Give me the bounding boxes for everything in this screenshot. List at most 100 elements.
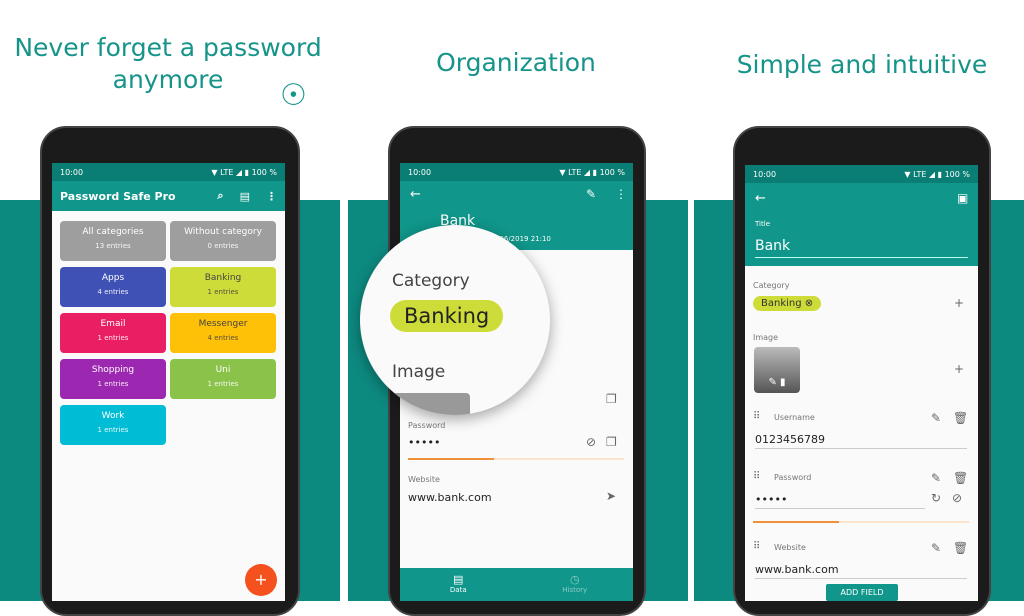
- copy-icon[interactable]: ❐: [606, 392, 617, 406]
- edit-icon[interactable]: ✎: [768, 377, 776, 388]
- regenerate-icon[interactable]: ↻: [931, 491, 941, 505]
- category-tile[interactable]: Shopping 1 entries: [60, 359, 166, 399]
- visibility-off-icon[interactable]: ⊘: [586, 435, 596, 449]
- back-arrow-icon[interactable]: ←: [410, 187, 421, 202]
- category-name: Work: [101, 411, 125, 421]
- edit-icon[interactable]: ✎: [586, 187, 596, 201]
- category-tile[interactable]: Without category 0 entries: [170, 221, 276, 261]
- tab-history[interactable]: ◷ History: [517, 568, 634, 601]
- tab-label: History: [562, 586, 588, 594]
- more-vert-icon[interactable]: ⋮: [615, 187, 627, 201]
- field-value-input[interactable]: www.bank.com: [755, 563, 967, 579]
- category-chip[interactable]: Banking: [390, 300, 504, 332]
- document-icon: ▤: [453, 573, 464, 586]
- chip-label: Banking: [761, 298, 802, 309]
- category-name: Apps: [101, 273, 125, 283]
- history-icon: ◷: [569, 573, 580, 586]
- signal-icon: ▼ LTE ◢ ▮: [904, 169, 943, 179]
- visibility-off-icon[interactable]: ⊘: [952, 491, 962, 505]
- drag-handle-icon[interactable]: ⠿: [753, 411, 760, 422]
- category-name: Without category: [184, 227, 262, 237]
- delete-icon[interactable]: ▮: [780, 377, 786, 388]
- image-thumbnail[interactable]: ✎ ▮: [754, 347, 800, 393]
- password-strength-bar: [753, 521, 969, 523]
- title-input[interactable]: Bank: [755, 238, 968, 258]
- entry-count: 1 entries: [97, 334, 129, 342]
- battery-level: 100 %: [944, 169, 970, 179]
- app-title: Password Safe Pro: [60, 189, 176, 203]
- category-tile[interactable]: Uni 1 entries: [170, 359, 276, 399]
- field-label: Username: [774, 413, 815, 422]
- battery-level: 100 %: [599, 167, 625, 177]
- magnifier-callout: Category Banking Image: [360, 225, 550, 415]
- battery-level: 100 %: [251, 167, 277, 177]
- save-icon[interactable]: ▣: [957, 191, 968, 205]
- send-icon[interactable]: ➤: [606, 489, 616, 503]
- password-value: •••••: [408, 436, 441, 449]
- edit-icon[interactable]: ✎: [931, 471, 941, 485]
- entry-count: 13 entries: [95, 242, 131, 250]
- drag-handle-icon[interactable]: ⠿: [753, 541, 760, 552]
- category-tile[interactable]: Messenger 4 entries: [170, 313, 276, 353]
- app-bar: ← ▣ Title Bank: [745, 183, 978, 266]
- entry-count: 1 entries: [97, 380, 129, 388]
- password-strength-bar: [408, 458, 624, 460]
- category-tile[interactable]: Work 1 entries: [60, 405, 166, 445]
- image-label: Image: [392, 362, 446, 382]
- app-bar: Password Safe Pro ⌕ ▤ ⋮: [52, 181, 285, 211]
- edit-icon[interactable]: ✎: [931, 541, 941, 555]
- entry-count: 4 entries: [97, 288, 129, 296]
- category-name: Shopping: [91, 365, 135, 375]
- field-label: Website: [774, 543, 806, 552]
- category-label: Category: [753, 281, 790, 290]
- copy-icon[interactable]: ❐: [606, 435, 617, 449]
- add-field-button[interactable]: ADD FIELD: [826, 584, 898, 601]
- tab-data[interactable]: ▤ Data: [400, 568, 517, 601]
- delete-icon[interactable]: 🗑︎: [953, 541, 968, 555]
- delete-icon[interactable]: 🗑︎: [953, 411, 968, 425]
- status-time: 10:00: [753, 169, 777, 179]
- entry-count: 4 entries: [207, 334, 239, 342]
- entry-count: 1 entries: [207, 380, 239, 388]
- field-label: Password: [774, 473, 812, 482]
- edit-icon[interactable]: ✎: [931, 411, 941, 425]
- password-label: Password: [408, 421, 446, 430]
- entry-count: 1 entries: [207, 288, 239, 296]
- drag-handle-icon[interactable]: ⠿: [753, 471, 760, 482]
- headline-three: Simple and intuitive: [736, 50, 988, 79]
- bottom-nav: ▤ Data ◷ History: [400, 568, 633, 601]
- entry-count: 0 entries: [207, 242, 239, 250]
- back-arrow-icon[interactable]: ←: [755, 191, 766, 206]
- category-name: All categories: [82, 227, 144, 237]
- field-value-input[interactable]: •••••: [755, 493, 925, 509]
- add-image-icon[interactable]: +: [954, 362, 964, 376]
- category-name: Messenger: [198, 319, 248, 329]
- category-tile[interactable]: Banking 1 entries: [170, 267, 276, 307]
- status-bar: 10:00 ▼ LTE ◢ ▮ 100 %: [52, 163, 285, 181]
- screen-entry-edit: 10:00 ▼ LTE ◢ ▮ 100 % ← ▣ Title Bank Cate…: [745, 165, 978, 601]
- image-thumbnail[interactable]: [390, 393, 470, 415]
- list-view-icon[interactable]: ▤: [240, 190, 250, 203]
- image-label: Image: [753, 333, 779, 342]
- category-chip[interactable]: Banking ⊗: [753, 296, 822, 311]
- status-time: 10:00: [408, 167, 432, 177]
- screen-categories: 10:00 ▼ LTE ◢ ▮ 100 % Password Safe Pro ⌕…: [52, 163, 285, 601]
- category-tile[interactable]: Email 1 entries: [60, 313, 166, 353]
- entry-count: 1 entries: [97, 426, 129, 434]
- field-value-input[interactable]: 0123456789: [755, 433, 967, 449]
- more-vert-icon[interactable]: ⋮: [266, 190, 277, 203]
- add-entry-fab[interactable]: +: [245, 564, 277, 596]
- signal-icon: ▼ LTE ◢ ▮: [211, 167, 250, 177]
- status-bar: 10:00 ▼ LTE ◢ ▮ 100 %: [400, 163, 633, 181]
- title-label: Title: [755, 220, 771, 228]
- delete-icon[interactable]: 🗑︎: [953, 471, 968, 485]
- signal-icon: ▼ LTE ◢ ▮: [559, 167, 598, 177]
- status-time: 10:00: [60, 167, 84, 177]
- category-tile[interactable]: All categories 13 entries: [60, 221, 166, 261]
- category-tile[interactable]: Apps 4 entries: [60, 267, 166, 307]
- remove-chip-icon[interactable]: ⊗: [805, 298, 813, 309]
- website-value: www.bank.com: [408, 491, 492, 504]
- add-category-icon[interactable]: +: [954, 296, 964, 310]
- headline-two: Organization: [436, 48, 596, 77]
- search-icon[interactable]: ⌕: [217, 189, 223, 203]
